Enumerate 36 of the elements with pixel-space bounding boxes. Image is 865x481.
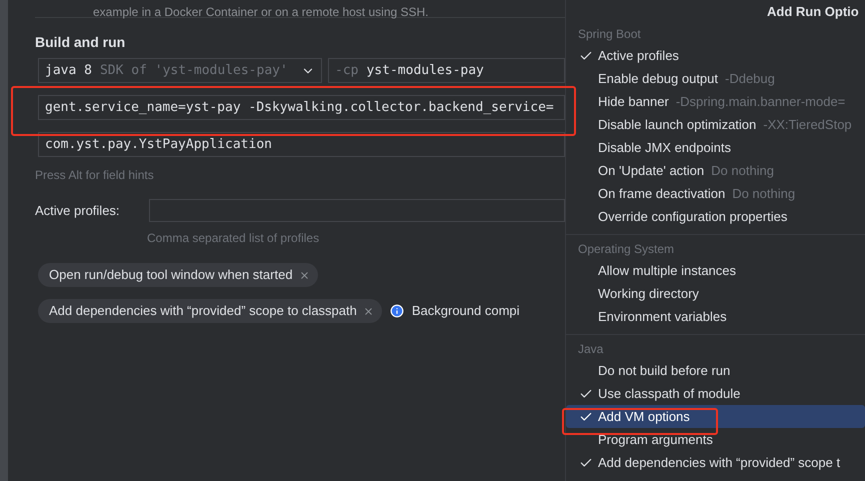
group-header: Spring Boot — [577, 26, 642, 43]
menu-item[interactable]: Do not build before run — [566, 359, 865, 382]
group-header: Java — [577, 341, 604, 358]
jre-dropdown[interactable]: java 8 SDK of 'yst-modules-pay' — [38, 58, 322, 83]
vm-options-field[interactable]: gent.service_name=yst-pay -Dskywalking.collector.backend_service= — [38, 95, 565, 120]
menu-item[interactable]: Disable JMX endpoints — [566, 136, 865, 159]
menu-item[interactable]: Environment variables — [566, 305, 865, 328]
menu-item[interactable]: Add dependencies with “provided” scope t — [566, 451, 865, 474]
menu-item[interactable]: On frame deactivation Do nothing — [566, 182, 865, 205]
menu-item[interactable]: Disable launch optimization -XX:TieredStop — [566, 113, 865, 136]
menu-item[interactable]: Active profiles — [566, 44, 865, 67]
close-icon[interactable] — [362, 306, 374, 316]
info-icon — [390, 304, 404, 318]
section-title: Build and run — [35, 33, 126, 50]
menu-item[interactable]: Working directory — [566, 282, 865, 305]
option-chip[interactable]: Open run/debug tool window when started — [38, 263, 318, 287]
group-header: Operating System — [577, 241, 676, 258]
close-icon[interactable] — [298, 270, 310, 280]
description-text: example in a Docker Container or on a remote host using SSH. — [93, 7, 429, 17]
menu-item[interactable]: Program arguments — [566, 428, 865, 451]
popup-title: Add Run Optio — [766, 3, 860, 21]
option-chip[interactable]: Add dependencies with “provided” scope to classpath — [38, 299, 382, 323]
menu-item[interactable]: Add VM options — [566, 405, 865, 428]
hint-text: Comma separated list of profiles — [147, 230, 320, 247]
menu-item[interactable]: Enable debug output -Ddebug — [566, 67, 865, 90]
info-text: Background compi — [412, 302, 520, 320]
classpath-field[interactable]: -cp yst-modules-pay — [328, 58, 565, 83]
menu-item[interactable]: Hide banner -Dspring.main.banner-mode= — [566, 90, 865, 113]
menu-item[interactable]: Override configuration properties — [566, 205, 865, 228]
menu-item[interactable]: Use classpath of module — [566, 382, 865, 405]
active-profiles-field[interactable] — [149, 199, 565, 222]
field-label: Active profiles: — [35, 202, 121, 220]
menu-item[interactable]: Allow multiple instances — [566, 259, 865, 282]
main-class-field[interactable]: com.yst.pay.YstPayApplication — [38, 132, 565, 157]
hint-text: Press Alt for field hints — [35, 167, 155, 181]
menu-item[interactable]: On 'Update' action Do nothing — [566, 159, 865, 182]
